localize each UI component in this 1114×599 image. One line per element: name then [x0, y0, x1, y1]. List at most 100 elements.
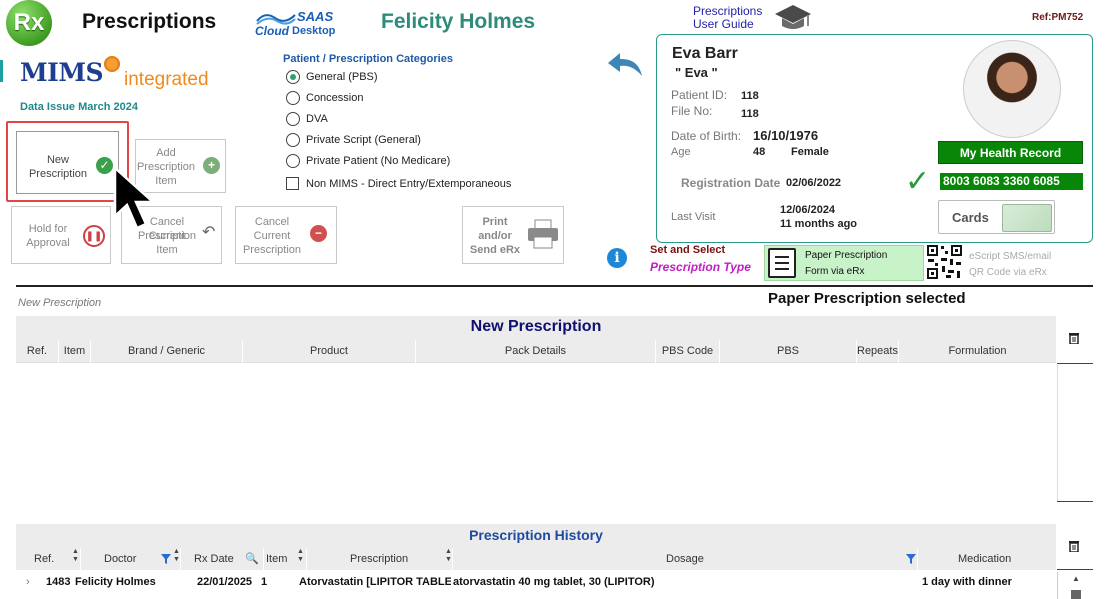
col-pack-details[interactable]: Pack Details [416, 340, 656, 363]
print-line2: and/or [478, 230, 512, 242]
category-option-dva[interactable]: DVA [286, 112, 328, 126]
radio-button[interactable] [286, 133, 300, 147]
hist-col-item-label: Item [266, 553, 288, 565]
cards-label: Cards [952, 210, 989, 225]
sort-icon[interactable]: ▲ ▼ [173, 548, 180, 564]
saas-text: SAAS [297, 9, 334, 24]
pause-icon: ❚❚ [83, 225, 105, 247]
category-label: Private Script (General) [306, 134, 421, 146]
filter-icon[interactable] [161, 554, 171, 564]
trash-icon[interactable] [1069, 332, 1079, 344]
back-arrow-icon[interactable] [606, 50, 646, 80]
new-prescription-scroll-area[interactable] [1057, 365, 1093, 502]
age-value: 48 [753, 146, 766, 158]
info-icon[interactable]: i [607, 248, 627, 268]
sort-icon[interactable]: ▲ ▼ [297, 548, 304, 564]
wave-icon [256, 14, 296, 25]
patient-photo [963, 40, 1061, 138]
desktop-text: Desktop [292, 25, 336, 37]
hist-col-doctor[interactable]: Doctor ▲ ▼ [81, 548, 181, 570]
hold-line2: Approval [26, 237, 70, 249]
mims-logo: MIMS [20, 58, 104, 87]
doctor-name: Felicity Holmes [381, 10, 536, 33]
undo-arrow-icon: ↶ [202, 224, 216, 241]
set-and-select-label: Set and Select [650, 244, 726, 256]
cancel-current-prescription-button[interactable]: Cancel Current Prescription − [235, 206, 337, 264]
category-option-private-script[interactable]: Private Script (General) [286, 133, 421, 147]
escript-option[interactable]: eScript SMS/email QR Code via eRx [969, 249, 1051, 281]
user-guide-link[interactable]: Prescriptions User Guide [693, 5, 762, 31]
data-issue-label: Data Issue March 2024 [20, 101, 139, 113]
hold-for-approval-button[interactable]: Hold for Approval ❚❚ [11, 206, 111, 264]
non-mims-checkbox[interactable] [286, 177, 299, 190]
col-formulation[interactable]: Formulation [899, 340, 1056, 363]
saas-cloud-logo: SAAS Cloud Desktop [255, 9, 345, 39]
file-no-label: File No: [671, 104, 713, 118]
scroll-up-icon[interactable]: ▲ [1072, 574, 1080, 583]
hist-col-dosage[interactable]: Dosage [453, 548, 918, 570]
col-ref[interactable]: Ref. [16, 340, 59, 363]
last-visit-date: 12/06/2024 [780, 204, 836, 216]
category-option-general[interactable]: General (PBS) [286, 70, 378, 84]
prescription-history-title: Prescription History [469, 527, 603, 543]
patient-id-label: Patient ID: [671, 88, 728, 102]
expand-chevron-icon[interactable]: › [26, 576, 30, 588]
patient-id-value: 118 [741, 90, 759, 102]
cancel-rx-line2: Current [253, 230, 291, 242]
col-repeats[interactable]: Repeats [857, 340, 899, 363]
print-send-erx-button[interactable]: Print and/or Send eRx [462, 206, 564, 264]
table-row[interactable]: › 1483 Felicity Holmes 22/01/2025 1 Ator… [16, 572, 1056, 594]
col-item[interactable]: Item [59, 340, 91, 363]
new-prescription-line1: New [46, 154, 69, 166]
hist-col-item[interactable]: Item ▲ ▼ [264, 548, 307, 570]
new-prescription-columns: Ref. Item Brand / Generic Product Pack D… [16, 340, 1056, 363]
printer-icon [528, 219, 558, 249]
history-scrollbar[interactable]: ▲ [1057, 572, 1093, 599]
hist-col-medication[interactable]: Medication [918, 548, 1056, 570]
dob-value: 16/10/1976 [753, 128, 819, 143]
cards-button[interactable]: Cards [938, 200, 1055, 234]
hist-col-ref[interactable]: Ref. ▲ ▼ [16, 548, 81, 570]
category-option-private-patient[interactable]: Private Patient (No Medicare) [286, 154, 450, 168]
radio-button[interactable] [286, 91, 300, 105]
new-prescription-title: New Prescription [470, 318, 602, 335]
sort-icon[interactable]: ▲ ▼ [445, 548, 452, 564]
registration-date-value: 02/06/2022 [786, 177, 842, 189]
hist-col-prescription-label: Prescription [350, 553, 409, 565]
col-brand-generic[interactable]: Brand / Generic [91, 340, 243, 363]
my-health-record-button[interactable]: My Health Record [938, 141, 1083, 164]
last-visit-label: Last Visit [671, 211, 716, 223]
hist-col-medication-label: Medication [958, 553, 1012, 565]
cancel-item-line3: Item [156, 244, 178, 256]
new-prescription-status: New Prescription [18, 297, 102, 309]
radio-button[interactable] [286, 70, 300, 84]
filter-icon[interactable] [906, 554, 916, 564]
col-pbs[interactable]: PBS [720, 340, 857, 363]
new-prescription-button[interactable]: New Prescription ✓ [16, 131, 119, 194]
hist-rx-date: 22/01/2025 [197, 576, 253, 588]
hist-ref: 1483 [46, 576, 71, 588]
scroll-thumb[interactable] [1071, 590, 1081, 599]
add-item-line1: Add [156, 147, 176, 159]
new-prescription-side-panel [1057, 316, 1093, 364]
category-option-concession[interactable]: Concession [286, 91, 363, 105]
col-pbs-code[interactable]: PBS Code [656, 340, 720, 363]
patient-card: Eva Barr " Eva " Patient ID: 118 File No… [656, 34, 1093, 243]
radio-button[interactable] [286, 154, 300, 168]
non-mims-option[interactable]: Non MIMS - Direct Entry/Extemporaneous [286, 177, 511, 190]
trash-icon[interactable] [1069, 540, 1079, 552]
hist-item: 1 [261, 576, 268, 588]
col-product[interactable]: Product [243, 340, 416, 363]
document-icon [768, 248, 796, 278]
user-guide-line2: User Guide [693, 17, 754, 31]
hist-col-rx-date[interactable]: Rx Date 🔍 [181, 548, 264, 570]
paper-prescription-option[interactable]: Paper Prescription Form via eRx [764, 245, 924, 281]
check-icon: ✓ [905, 165, 931, 198]
search-icon[interactable]: 🔍 [245, 548, 259, 570]
radio-button[interactable] [286, 112, 300, 126]
qr-code-icon[interactable] [926, 244, 963, 280]
sort-icon[interactable]: ▲ ▼ [72, 548, 79, 564]
prescription-type-label: Prescription Type [650, 260, 751, 274]
graduation-cap-icon[interactable] [772, 2, 814, 34]
hist-col-prescription[interactable]: Prescription ▲ ▼ [307, 548, 453, 570]
